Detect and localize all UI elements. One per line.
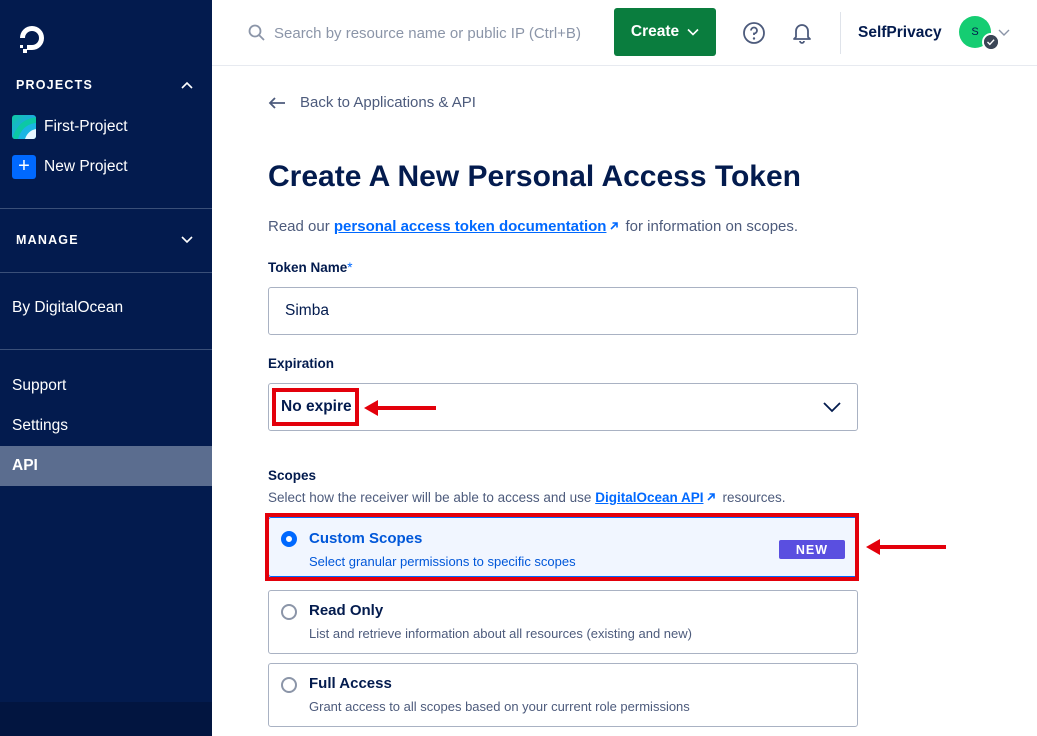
back-link[interactable]: Back to Applications & API (268, 94, 476, 111)
token-name-label: Token Name* (268, 260, 353, 275)
scopes-desc-prefix: Select how the receiver will be able to … (268, 490, 592, 505)
chevron-down-icon (687, 28, 699, 36)
sidebar-item-api[interactable]: API (0, 446, 212, 486)
expiration-label: Expiration (268, 356, 335, 371)
plus-icon: + (12, 155, 36, 179)
back-link-label: Back to Applications & API (300, 94, 476, 111)
sidebar-divider (0, 272, 212, 273)
help-icon[interactable] (742, 21, 766, 45)
sidebar-item-new-project[interactable]: + New Project (12, 154, 128, 180)
sidebar-item-label: First-Project (44, 118, 128, 135)
scope-option-subtitle: List and retrieve information about all … (309, 626, 692, 641)
radio-button[interactable] (281, 604, 297, 620)
radio-button[interactable] (281, 677, 297, 693)
sidebar-item-by-digitalocean[interactable]: By DigitalOcean (0, 288, 212, 328)
scopes-description: Select how the receiver will be able to … (268, 490, 786, 505)
projects-header[interactable]: PROJECTS (16, 78, 93, 92)
required-asterisk: * (347, 260, 353, 275)
intro-text: Read our personal access token documenta… (268, 218, 798, 235)
scopes-desc-suffix: resources. (722, 490, 786, 505)
annotation-arrow-icon (866, 539, 946, 555)
top-bar: Create SelfPrivacy S (212, 0, 1037, 66)
search-icon (248, 24, 265, 41)
create-label: Create (630, 23, 680, 40)
sidebar-divider (0, 208, 212, 209)
team-name[interactable]: SelfPrivacy (858, 24, 942, 42)
scope-option-title: Read Only (309, 602, 384, 619)
token-docs-link[interactable]: personal access token documentation (334, 218, 607, 235)
sidebar: PROJECTS First-Project + New Project MAN… (0, 0, 212, 736)
chevron-up-icon[interactable] (180, 78, 194, 92)
chevron-down-icon[interactable] (998, 26, 1010, 38)
sidebar-item-label: New Project (44, 158, 128, 175)
chevron-down-icon (823, 402, 841, 413)
digitalocean-logo[interactable] (16, 22, 48, 54)
annotation-highlight-box (265, 513, 859, 581)
page-title: Create A New Personal Access Token (268, 160, 801, 193)
sidebar-divider (0, 349, 212, 350)
token-name-input[interactable] (268, 287, 858, 335)
annotation-highlight-box (272, 388, 359, 426)
scope-option-full-access[interactable]: Full Access Grant access to all scopes b… (268, 663, 858, 727)
sidebar-footer (0, 702, 212, 736)
sidebar-item-settings[interactable]: Settings (0, 406, 212, 446)
external-link-icon (610, 222, 619, 230)
arrow-left-icon (268, 96, 285, 109)
bell-icon[interactable] (790, 20, 814, 44)
token-name-label-text: Token Name (268, 260, 348, 275)
chevron-down-icon[interactable] (180, 232, 194, 246)
scopes-label: Scopes (268, 468, 317, 483)
annotation-arrow-icon (364, 400, 436, 416)
scope-option-read-only[interactable]: Read Only List and retrieve information … (268, 590, 858, 654)
project-icon (12, 115, 36, 139)
intro-prefix: Read our (268, 218, 330, 235)
manage-header[interactable]: MANAGE (16, 233, 79, 247)
digitalocean-api-link[interactable]: DigitalOcean API (595, 490, 703, 505)
create-button[interactable]: Create (614, 8, 716, 56)
scope-option-title: Full Access (309, 675, 392, 692)
scope-option-subtitle: Grant access to all scopes based on your… (309, 699, 690, 714)
search-input[interactable] (274, 20, 588, 46)
sidebar-item-first-project[interactable]: First-Project (12, 114, 128, 140)
sidebar-item-support[interactable]: Support (0, 366, 212, 406)
external-link-icon (707, 493, 716, 501)
topbar-divider (840, 12, 841, 54)
intro-suffix: for information on scopes. (625, 218, 799, 235)
